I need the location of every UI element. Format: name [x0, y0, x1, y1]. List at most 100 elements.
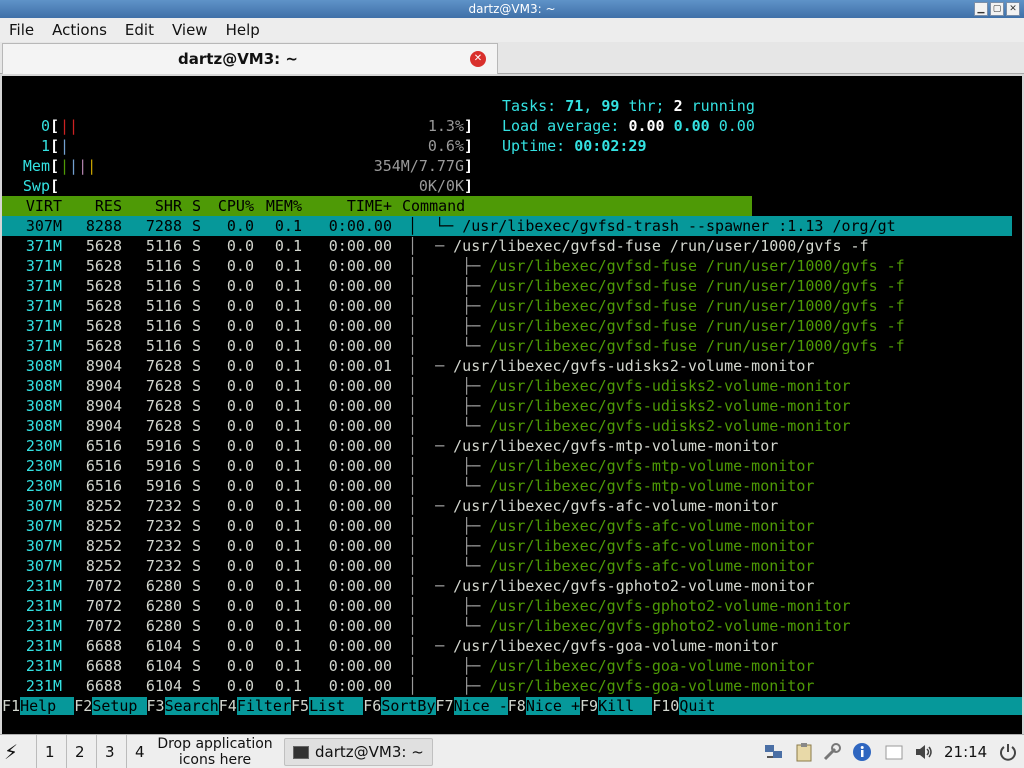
menu-view[interactable]: View	[163, 21, 217, 39]
cell-command: /usr/libexec/gvfs-goa-volume-monitor	[489, 677, 815, 695]
window-titlebar[interactable]: dartz@VM3: ~ ▁ ▢ ✕	[0, 0, 1024, 18]
cell-time: 0:00.00	[328, 517, 392, 535]
cell-shr: 7232	[145, 497, 182, 515]
taskbar-terminal-button[interactable]: dartz@VM3: ~	[284, 738, 433, 766]
fkey-4-key[interactable]: F4	[218, 697, 237, 715]
fkey-5-label[interactable]: List	[309, 697, 364, 715]
cell-command: /usr/libexec/gvfs-afc-volume-monitor	[489, 537, 815, 555]
tree-branch: │ ├─	[408, 317, 490, 335]
fkey-3-label[interactable]: Search	[164, 697, 219, 715]
process-row[interactable]: 371M 5628 5116 S 0.0 0.1 0:00.00 │ ├─ /usr/libe…	[2, 256, 1012, 276]
process-row[interactable]: 308M 8904 7628 S 0.0 0.1 0:00.00 │ ├─ /usr/libe…	[2, 396, 1012, 416]
cell-mem: 0.1	[274, 317, 302, 335]
menu-actions[interactable]: Actions	[43, 21, 116, 39]
process-row[interactable]: 231M 6688 6104 S 0.0 0.1 0:00.00 │ ├─ /usr/libe…	[2, 656, 1012, 676]
cell-command: /usr/libexec/gvfsd-fuse /run/user/1000/g…	[489, 317, 905, 335]
fkey-2-label[interactable]: Setup	[92, 697, 147, 715]
process-row[interactable]: 231M 7072 6280 S 0.0 0.1 0:00.00 │ ├─ /usr/libe…	[2, 596, 1012, 616]
network-icon[interactable]	[764, 742, 784, 762]
tree-branch: │ ├─	[408, 397, 490, 415]
col-command[interactable]: Command	[402, 196, 1002, 216]
power-icon[interactable]	[998, 742, 1018, 762]
cell-s: S	[192, 257, 202, 275]
process-row[interactable]: 307M 8252 7232 S 0.0 0.1 0:00.00 │ ├─ /usr/libe…	[2, 516, 1012, 536]
process-row[interactable]: 231M 7072 6280 S 0.0 0.1 0:00.00 │ └─ /usr/libe…	[2, 616, 1012, 636]
start-menu-icon[interactable]: ⚡	[4, 735, 30, 768]
fkey-10-label[interactable]: Quit	[679, 697, 1022, 715]
process-row[interactable]: 230M 6516 5916 S 0.0 0.1 0:00.00 │ └─ /usr/libe…	[2, 476, 1012, 496]
process-row[interactable]: 307M 8288 7288 S 0.0 0.1 0:00.00 │ └─ /usr/libe…	[2, 216, 1012, 236]
notes-icon[interactable]	[884, 742, 904, 762]
cell-mem: 0.1	[274, 657, 302, 675]
fkey-9-label[interactable]: Kill	[598, 697, 653, 715]
process-row[interactable]: 308M 8904 7628 S 0.0 0.1 0:00.01 │ ─ /usr/libex…	[2, 356, 1012, 376]
col-shr[interactable]: SHR	[122, 196, 182, 216]
cell-virt: 230M	[25, 437, 62, 455]
process-row[interactable]: 371M 5628 5116 S 0.0 0.1 0:00.00 │ ├─ /usr/libe…	[2, 316, 1012, 336]
process-row[interactable]: 231M 6688 6104 S 0.0 0.1 0:00.00 │ ├─ /usr/libe…	[2, 676, 1012, 696]
fkey-5-key[interactable]: F5	[291, 697, 310, 715]
process-table-header[interactable]: VIRT RES SHR S CPU% MEM% TIME+ Command	[2, 196, 752, 216]
fkey-4-label[interactable]: Filter	[236, 697, 291, 715]
clipboard-icon[interactable]	[794, 742, 814, 762]
process-row[interactable]: 371M 5628 5116 S 0.0 0.1 0:00.00 │ ├─ /usr/libe…	[2, 276, 1012, 296]
process-row[interactable]: 230M 6516 5916 S 0.0 0.1 0:00.00 │ ├─ /usr/libe…	[2, 456, 1012, 476]
col-mem[interactable]: MEM%	[264, 196, 302, 216]
fkey-3-key[interactable]: F3	[146, 697, 165, 715]
process-row[interactable]: 231M 6688 6104 S 0.0 0.1 0:00.00 │ ─ /usr/libex…	[2, 636, 1012, 656]
volume-icon[interactable]	[914, 742, 934, 762]
workspace-4[interactable]: 4	[126, 735, 145, 768]
cell-cpu: 0.0	[226, 217, 254, 235]
workspace-3[interactable]: 3	[96, 735, 115, 768]
cell-s: S	[192, 357, 202, 375]
process-row[interactable]: 230M 6516 5916 S 0.0 0.1 0:00.00 │ ─ /usr/libex…	[2, 436, 1012, 456]
terminal-tab[interactable]: dartz@VM3: ~ ✕	[2, 43, 498, 74]
fkey-1-key[interactable]: F1	[2, 697, 21, 715]
fkey-2-key[interactable]: F2	[74, 697, 93, 715]
fkey-1-label[interactable]: Help	[20, 697, 75, 715]
workspace-1[interactable]: 1	[36, 735, 55, 768]
fkey-6-key[interactable]: F6	[363, 697, 382, 715]
process-row[interactable]: 231M 7072 6280 S 0.0 0.1 0:00.00 │ ─ /usr/libex…	[2, 576, 1012, 596]
menu-help[interactable]: Help	[217, 21, 269, 39]
fkey-8-label[interactable]: Nice +	[525, 697, 580, 715]
minimize-button[interactable]: ▁	[974, 2, 988, 16]
tools-icon[interactable]	[822, 742, 842, 762]
process-row[interactable]: 371M 5628 5116 S 0.0 0.1 0:00.00 │ ─ /usr/libex…	[2, 236, 1012, 256]
process-row[interactable]: 307M 8252 7232 S 0.0 0.1 0:00.00 │ ├─ /usr/libe…	[2, 536, 1012, 556]
fkey-8-key[interactable]: F8	[507, 697, 526, 715]
process-row[interactable]: 371M 5628 5116 S 0.0 0.1 0:00.00 │ └─ /usr/libe…	[2, 336, 1012, 356]
fkey-10-key[interactable]: F10	[652, 697, 680, 715]
cell-s: S	[192, 657, 202, 675]
fkey-7-key[interactable]: F7	[435, 697, 454, 715]
cell-res: 8904	[85, 397, 122, 415]
cell-time: 0:00.00	[328, 377, 392, 395]
col-cpu[interactable]: CPU%	[212, 196, 254, 216]
process-row[interactable]: 308M 8904 7628 S 0.0 0.1 0:00.00 │ └─ /usr/libe…	[2, 416, 1012, 436]
col-res[interactable]: RES	[62, 196, 122, 216]
menu-edit[interactable]: Edit	[116, 21, 163, 39]
fkey-6-label[interactable]: SortBy	[381, 697, 436, 715]
close-tab-icon[interactable]: ✕	[470, 51, 486, 67]
clock[interactable]: 21:14	[944, 735, 987, 768]
maximize-button[interactable]: ▢	[990, 2, 1004, 16]
workspace-2[interactable]: 2	[66, 735, 85, 768]
process-row[interactable]: 307M 8252 7232 S 0.0 0.1 0:00.00 │ └─ /usr/libe…	[2, 556, 1012, 576]
cell-shr: 7232	[145, 557, 182, 575]
fkey-7-label[interactable]: Nice -	[453, 697, 508, 715]
launcher-drop-area[interactable]: Drop application icons here	[150, 736, 280, 768]
process-row[interactable]: 307M 8252 7232 S 0.0 0.1 0:00.00 │ ─ /usr/libex…	[2, 496, 1012, 516]
fkey-9-key[interactable]: F9	[580, 697, 599, 715]
terminal-area[interactable]: 0[|| 1.3%] 1[| 0.6%] Mem[|||| 354M/7.77G] S…	[2, 76, 1022, 734]
process-row[interactable]: 308M 8904 7628 S 0.0 0.1 0:00.00 │ ├─ /usr/libe…	[2, 376, 1012, 396]
col-virt[interactable]: VIRT	[2, 196, 62, 216]
close-window-button[interactable]: ✕	[1006, 2, 1020, 16]
cell-mem: 0.1	[274, 397, 302, 415]
load-5: 0.00	[673, 117, 710, 135]
process-row[interactable]: 371M 5628 5116 S 0.0 0.1 0:00.00 │ ├─ /usr/libe…	[2, 296, 1012, 316]
info-icon[interactable]	[852, 742, 872, 762]
menu-file[interactable]: File	[0, 21, 43, 39]
uptime: Uptime: 00:02:29	[502, 136, 647, 156]
col-time[interactable]: TIME+	[312, 196, 392, 216]
col-state[interactable]: S	[192, 196, 204, 216]
